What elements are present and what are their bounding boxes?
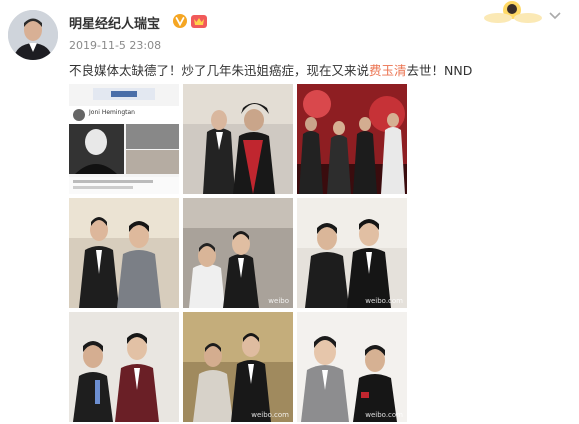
photo-6[interactable]: weibo.com [297,198,407,308]
photo-6-watermark: weibo.com [365,297,403,305]
photo-4[interactable] [69,198,179,308]
photo-7[interactable] [69,312,179,422]
photo-5[interactable]: weibo [183,198,293,308]
photo-1-heading: Joni Hemingtan [89,109,135,116]
sun-cloud-card-icon [476,0,548,24]
chevron-down-icon[interactable] [548,6,562,20]
photo-5-watermark: weibo [268,297,289,305]
author-badges [172,12,208,30]
photo-8[interactable]: weibo.com [183,312,293,422]
photo-8-watermark: weibo.com [251,411,289,419]
photo-1[interactable]: Joni Hemingtan [69,84,179,194]
photo-9-watermark: weibo.com [365,411,403,419]
post-timestamp[interactable]: 2019-11-5 23:08 [69,39,161,52]
highlight-link[interactable]: 费玉清 [369,63,407,78]
photo-2[interactable] [183,84,293,194]
post-text: 不良媒体太缺德了！炒了几年朱迅姐癌症，现在又来说费玉清去世！NND [69,60,472,79]
post-text-after: 去世！NND [406,63,473,78]
v-verified-icon[interactable] [172,13,188,29]
post-text-before: 不良媒体太缺德了！炒了几年朱迅姐癌症，现在又来说 [69,63,370,78]
author-avatar[interactable] [8,10,58,60]
photo-3[interactable] [297,84,407,194]
member-crown-icon[interactable] [190,13,208,29]
author-name[interactable]: 明星经纪人瑞宝 [69,13,160,32]
photo-9[interactable]: weibo.com [297,312,407,422]
